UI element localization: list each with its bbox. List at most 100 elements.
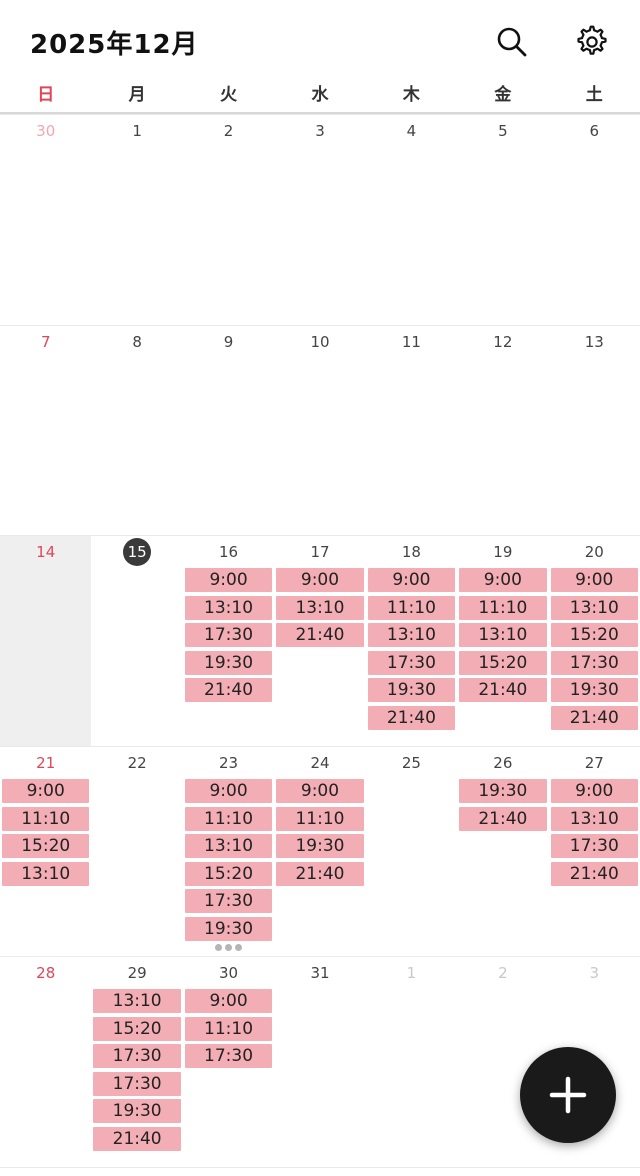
day-cell[interactable]: 22: [91, 747, 182, 958]
event-chip[interactable]: 21:40: [550, 861, 638, 886]
event-chip[interactable]: 19:30: [184, 650, 273, 675]
event-chip[interactable]: 13:10: [459, 623, 547, 647]
event-chip[interactable]: 13:10: [367, 623, 456, 647]
event-list: 9:00 11:10 17:30: [184, 989, 273, 1072]
day-number: 5: [498, 122, 508, 140]
month-title[interactable]: 2025年12月: [30, 24, 199, 61]
event-chip[interactable]: 21:40: [459, 806, 547, 831]
day-cell[interactable]: 4: [366, 115, 457, 326]
event-list: 9:00 11:10 13:10 17:30 19:30 21:40: [367, 568, 456, 733]
day-cell[interactable]: 6: [549, 115, 640, 326]
day-cell[interactable]: 10: [274, 326, 365, 537]
event-chip[interactable]: 11:10: [184, 806, 273, 831]
day-cell[interactable]: 31: [274, 957, 365, 1168]
day-cell[interactable]: 12: [457, 326, 548, 537]
event-chip[interactable]: 9:00: [184, 779, 273, 803]
event-chip[interactable]: 9:00: [184, 989, 273, 1013]
event-chip[interactable]: 19:30: [459, 779, 547, 803]
event-chip[interactable]: 17:30: [550, 834, 638, 858]
event-chip[interactable]: 13:10: [184, 834, 273, 858]
event-chip[interactable]: 15:20: [2, 834, 90, 858]
event-chip[interactable]: 21:40: [93, 1126, 181, 1151]
event-chip[interactable]: 17:30: [184, 889, 273, 913]
event-chip[interactable]: 21:40: [276, 623, 364, 647]
event-chip[interactable]: 11:10: [184, 1016, 273, 1041]
event-chip[interactable]: 19:30: [367, 678, 456, 702]
day-cell[interactable]: 16 9:00 13:10 17:30 19:30 21:40: [183, 536, 274, 747]
event-chip[interactable]: 9:00: [459, 568, 547, 592]
event-chip[interactable]: 21:40: [550, 705, 638, 730]
event-chip[interactable]: 21:40: [459, 678, 547, 702]
event-chip[interactable]: 13:10: [276, 595, 364, 620]
event-chip[interactable]: 9:00: [550, 568, 638, 592]
event-chip[interactable]: 15:20: [93, 1016, 181, 1041]
day-cell[interactable]: 1: [366, 957, 457, 1168]
day-cell[interactable]: 28: [0, 957, 91, 1168]
event-chip[interactable]: 13:10: [550, 806, 638, 831]
day-cell[interactable]: 17 9:00 13:10 21:40: [274, 536, 365, 747]
event-chip[interactable]: 9:00: [276, 779, 364, 803]
event-chip[interactable]: 21:40: [184, 678, 273, 702]
day-cell[interactable]: 30 9:00 11:10 17:30: [183, 957, 274, 1168]
day-cell[interactable]: 19 9:00 11:10 13:10 15:20 21:40: [457, 536, 548, 747]
day-cell[interactable]: 20 9:00 13:10 15:20 17:30 19:30 21:40: [549, 536, 640, 747]
day-cell[interactable]: 13: [549, 326, 640, 537]
event-chip[interactable]: 9:00: [367, 568, 456, 592]
day-cell[interactable]: 8: [91, 326, 182, 537]
search-button[interactable]: [492, 22, 532, 62]
day-cell[interactable]: 24 9:00 11:10 19:30 21:40: [274, 747, 365, 958]
add-event-button[interactable]: [520, 1047, 616, 1143]
event-chip[interactable]: 17:30: [184, 1044, 273, 1068]
event-chip[interactable]: 17:30: [367, 650, 456, 675]
day-number: 2: [498, 964, 508, 982]
event-chip[interactable]: 19:30: [93, 1099, 181, 1123]
day-cell[interactable]: 23 9:00 11:10 13:10 15:20 17:30 19:30: [183, 747, 274, 958]
day-cell[interactable]: 7: [0, 326, 91, 537]
event-chip[interactable]: 11:10: [2, 806, 90, 831]
day-cell[interactable]: 15: [91, 536, 182, 747]
event-chip[interactable]: 13:10: [550, 595, 638, 620]
weekday-fri: 金: [494, 85, 512, 105]
event-chip[interactable]: 15:20: [184, 861, 273, 886]
event-chip[interactable]: 13:10: [184, 595, 273, 620]
day-cell[interactable]: 14: [0, 536, 92, 747]
event-chip[interactable]: 19:30: [276, 834, 364, 858]
day-cell[interactable]: 30: [0, 115, 91, 326]
event-chip[interactable]: 17:30: [93, 1071, 181, 1096]
event-chip[interactable]: 17:30: [550, 650, 638, 675]
day-cell[interactable]: 2: [183, 115, 274, 326]
day-cell[interactable]: 5: [457, 115, 548, 326]
day-cell[interactable]: 26 19:30 21:40: [457, 747, 548, 958]
event-chip[interactable]: 9:00: [2, 779, 90, 803]
event-chip[interactable]: 9:00: [276, 568, 364, 592]
day-cell[interactable]: 21 9:00 11:10 15:20 13:10: [0, 747, 91, 958]
day-cell[interactable]: 9: [183, 326, 274, 537]
day-number: 20: [584, 543, 604, 561]
event-chip[interactable]: 21:40: [276, 861, 364, 886]
day-cell[interactable]: 18 9:00 11:10 13:10 17:30 19:30 21:40: [366, 536, 457, 747]
event-chip[interactable]: 19:30: [184, 916, 273, 941]
day-cell[interactable]: 25: [366, 747, 457, 958]
event-chip[interactable]: 13:10: [2, 861, 90, 886]
event-chip[interactable]: 21:40: [367, 705, 456, 730]
event-chip[interactable]: 13:10: [93, 989, 181, 1013]
event-chip[interactable]: 17:30: [184, 623, 273, 647]
event-chip[interactable]: 11:10: [459, 595, 547, 620]
day-number: 22: [127, 754, 147, 772]
event-chip[interactable]: 19:30: [550, 678, 638, 702]
event-chip[interactable]: 9:00: [550, 779, 638, 803]
event-chip[interactable]: 11:10: [367, 595, 456, 620]
settings-button[interactable]: [572, 22, 612, 62]
event-chip[interactable]: 15:20: [459, 650, 547, 675]
day-cell[interactable]: 1: [91, 115, 182, 326]
event-chip[interactable]: 9:00: [184, 568, 273, 592]
day-number: 24: [310, 754, 330, 772]
more-events-indicator[interactable]: [185, 944, 272, 954]
day-cell[interactable]: 11: [366, 326, 457, 537]
day-cell[interactable]: 27 9:00 13:10 17:30 21:40: [549, 747, 640, 958]
event-chip[interactable]: 17:30: [93, 1044, 181, 1068]
event-chip[interactable]: 15:20: [550, 623, 638, 647]
event-chip[interactable]: 11:10: [276, 806, 364, 831]
day-cell[interactable]: 29 13:10 15:20 17:30 17:30 19:30 21:40: [91, 957, 182, 1168]
day-cell[interactable]: 3: [274, 115, 365, 326]
